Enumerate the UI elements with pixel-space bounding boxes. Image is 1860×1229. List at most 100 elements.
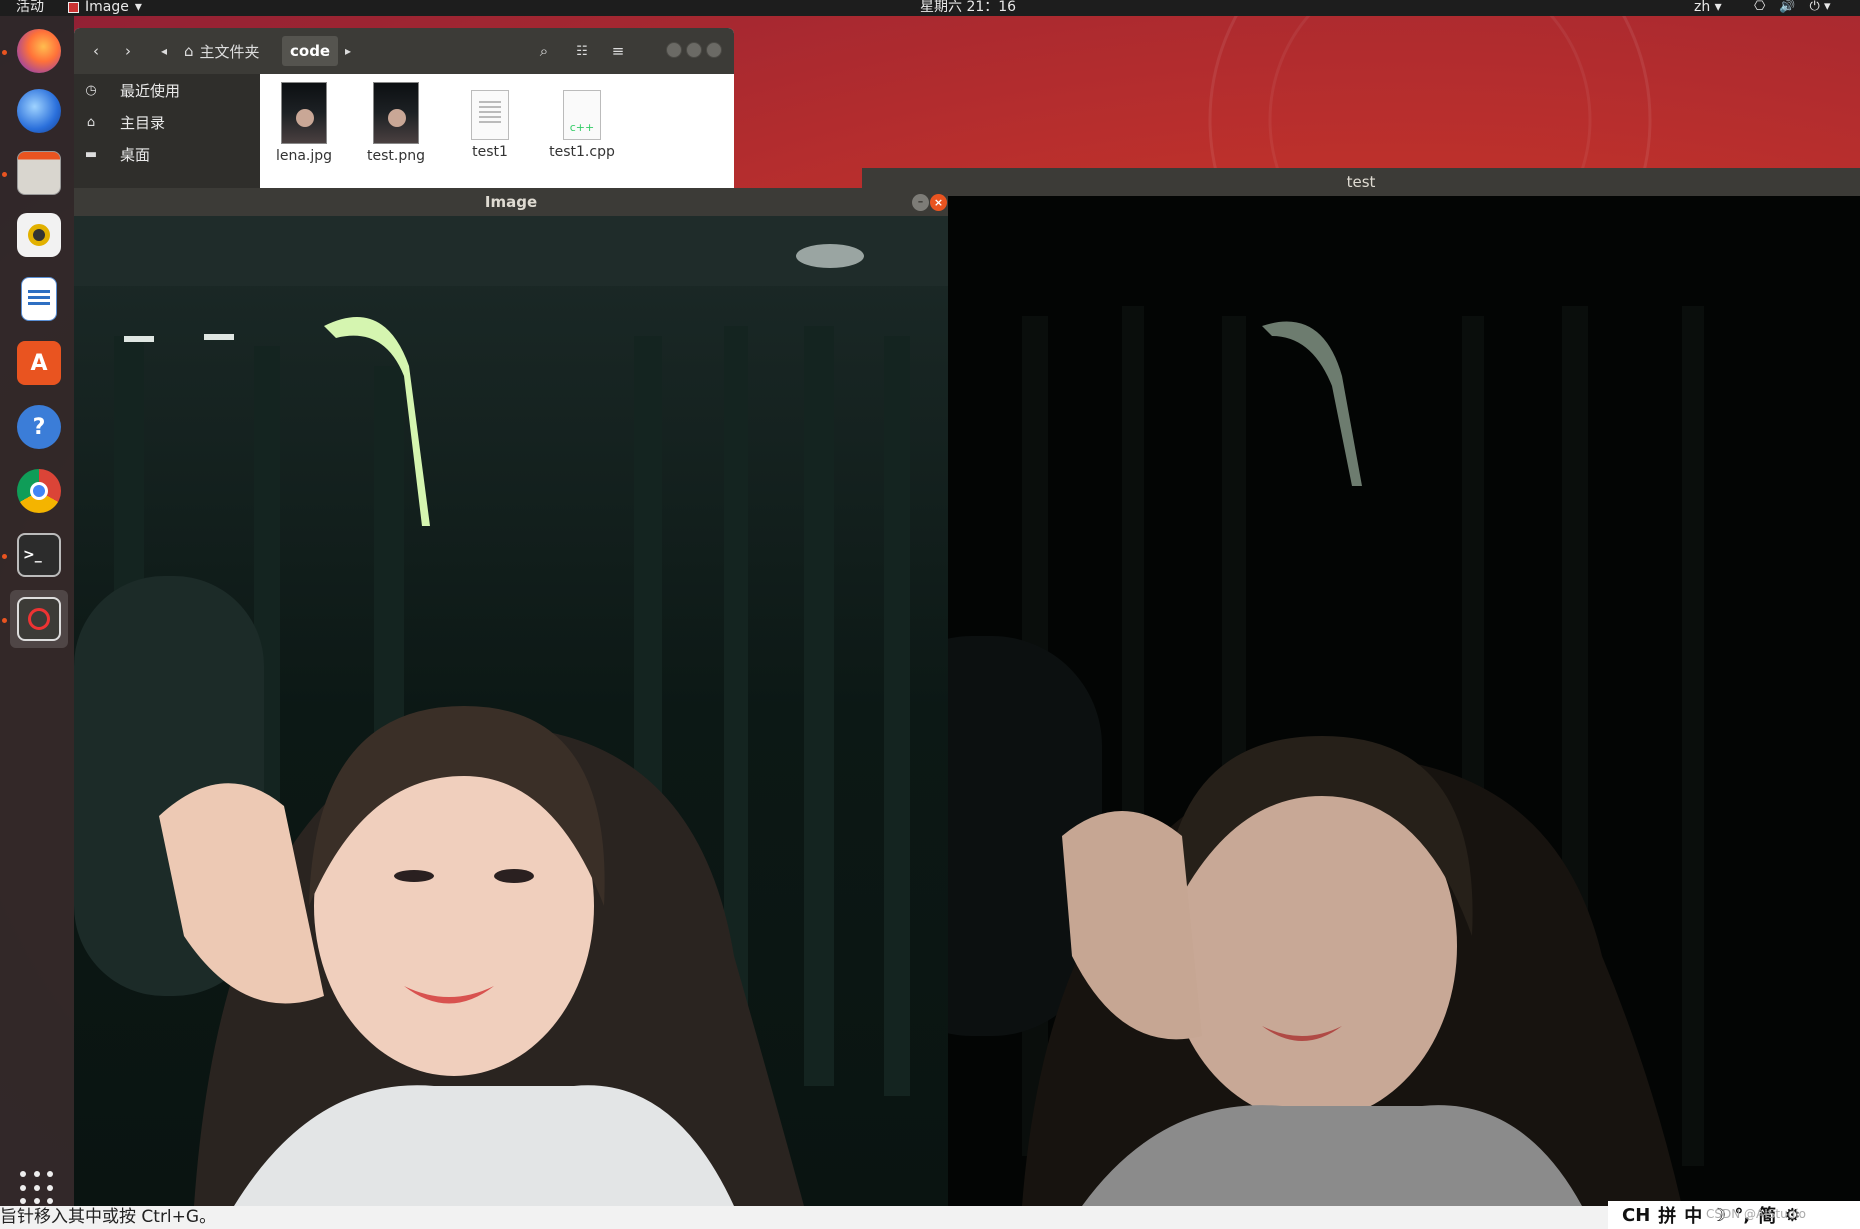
test-window-titlebar[interactable]: test (862, 168, 1860, 196)
close-button[interactable] (706, 42, 722, 58)
sidebar-item-recent[interactable]: ◷ 最近使用 (74, 76, 260, 104)
window-title: test (1346, 173, 1376, 191)
libreoffice-writer-icon (21, 277, 57, 321)
terminal-icon: >_ (17, 533, 61, 577)
activities-button[interactable]: 活动 (16, 0, 44, 14)
software-center-icon: A (17, 341, 61, 385)
minimize-button[interactable] (666, 42, 682, 58)
image-window-titlebar[interactable]: Image – × (74, 188, 948, 216)
dock-help[interactable]: ? (10, 398, 68, 456)
files-icon (17, 151, 61, 195)
chrome-icon (17, 469, 61, 513)
sidebar-item-desktop[interactable]: ▬ 桌面 (74, 140, 260, 168)
file-item-test1-cpp[interactable]: c++ test1.cpp (538, 82, 626, 160)
dock-terminal[interactable]: >_ (10, 526, 68, 584)
minimize-button[interactable]: – (912, 194, 929, 211)
chevron-left-icon: ‹ (93, 42, 99, 60)
breadcrumb-current-label: code (290, 42, 331, 60)
app-icon (68, 1, 79, 13)
watermark: CSDN @AIStudio (1706, 1207, 1806, 1221)
desktop: 活动 Image ▾ 星期六 21：16 zh ▾ ⎔ 🔊 ⏻ ▾ A ? >_… (0, 0, 1860, 1229)
file-label: test.png (367, 148, 425, 164)
system-tray[interactable]: ⎔ 🔊 ⏻ ▾ (1754, 0, 1831, 14)
home-icon: ⌂ (86, 114, 96, 130)
dock-writer[interactable] (10, 270, 68, 328)
dock-thunderbird[interactable] (10, 82, 68, 140)
chevron-right-icon: › (125, 42, 131, 60)
firefox-icon (17, 29, 61, 73)
dock: A ? >_ (0, 16, 74, 1206)
folder-icon: ▬ (84, 146, 98, 162)
forward-button[interactable]: › (114, 36, 142, 66)
chevron-down-icon: ▾ (134, 0, 142, 15)
search-button[interactable]: ⌕ (530, 36, 558, 66)
running-indicator (2, 554, 7, 559)
image-thumbnail (281, 82, 327, 144)
breadcrumb-scroll-right[interactable]: ▸ (340, 36, 356, 66)
app-menu[interactable]: Image ▾ (68, 0, 142, 14)
menu-button[interactable]: ≡ (604, 36, 632, 66)
back-button[interactable]: ‹ (82, 36, 110, 66)
original-photo (74, 216, 948, 1206)
network-icon: ⎔ (1754, 0, 1766, 14)
window-title: Image (484, 193, 538, 211)
volume-icon: 🔊 (1779, 0, 1796, 14)
cpp-file-icon: c++ (563, 90, 601, 140)
file-item-lena-jpg[interactable]: lena.jpg (260, 82, 348, 164)
search-icon: ⌕ (539, 42, 549, 60)
breadcrumb-current[interactable]: code (282, 36, 339, 66)
status-hint: 旨针移入其中或按 Ctrl+G。 (0, 1206, 1860, 1229)
running-indicator (2, 172, 7, 177)
sidebar-item-label: 最近使用 (120, 81, 181, 100)
dock-opencv-image[interactable] (10, 590, 68, 648)
file-label: test1 (472, 144, 508, 160)
input-method-bar[interactable]: CH 拼 中 ☽ °, 简 ⚙ CSDN @AIStudio (1608, 1201, 1860, 1229)
top-bar: 活动 Image ▾ 星期六 21：16 zh ▾ ⎔ 🔊 ⏻ ▾ (0, 0, 1860, 16)
places-sidebar: ◷ 最近使用 ⌂ 主目录 ▬ 桌面 (74, 74, 260, 188)
dock-firefox[interactable] (10, 22, 68, 80)
list-view-icon: ☷ (576, 43, 588, 59)
language-indicator[interactable]: zh ▾ (1694, 0, 1722, 14)
hamburger-menu-icon: ≡ (611, 42, 625, 60)
dock-rhythmbox[interactable] (10, 206, 68, 264)
view-toggle-button[interactable]: ☷ (568, 36, 596, 66)
dock-software-center[interactable]: A (10, 334, 68, 392)
ime-pinyin-label[interactable]: 拼 (1658, 1202, 1676, 1228)
show-applications-icon[interactable] (20, 1171, 56, 1207)
sidebar-item-label: 主目录 (120, 113, 166, 132)
help-icon: ? (17, 405, 61, 449)
running-indicator (2, 618, 7, 623)
opencv-image-icon (17, 597, 61, 641)
dock-files[interactable] (10, 144, 68, 202)
close-button[interactable]: × (930, 194, 947, 211)
clock[interactable]: 星期六 21：16 (920, 0, 1016, 14)
image-window: Image – × (74, 188, 948, 1206)
file-manager-window: ‹ › ◂ ⌂ 主文件夹 code ▸ ⌕ ☷ ≡ ◷ 最近使用 ⌂ 主目录 ▬… (74, 28, 734, 188)
file-manager-headerbar: ‹ › ◂ ⌂ 主文件夹 code ▸ ⌕ ☷ ≡ (74, 28, 734, 74)
running-indicator (2, 50, 7, 55)
darkened-photo (862, 196, 1860, 1206)
rhythmbox-icon (17, 213, 61, 257)
breadcrumb-scroll-left[interactable]: ◂ (156, 36, 172, 66)
thunderbird-icon (17, 89, 61, 133)
file-label: test1.cpp (549, 144, 615, 160)
breadcrumb-home-label: 主文件夹 (199, 42, 260, 61)
breadcrumb-home[interactable]: ⌂ 主文件夹 (176, 36, 268, 66)
image-thumbnail (373, 82, 419, 144)
status-text: 旨针移入其中或按 Ctrl+G。 (0, 1207, 217, 1227)
test-window: test (862, 168, 1860, 1206)
clock-icon: ◷ (85, 82, 97, 98)
file-grid: lena.jpg test.png test1 c++ test1.cpp (260, 74, 734, 188)
sidebar-item-label: 桌面 (120, 145, 151, 164)
sidebar-item-home[interactable]: ⌂ 主目录 (74, 108, 260, 136)
language-label: zh (1694, 0, 1711, 15)
app-menu-label: Image (85, 0, 129, 15)
file-item-test-png[interactable]: test.png (352, 82, 440, 164)
maximize-button[interactable] (686, 42, 702, 58)
document-icon (471, 90, 509, 140)
home-icon: ⌂ (184, 42, 194, 60)
file-item-test1[interactable]: test1 (446, 82, 534, 160)
ime-ch-label[interactable]: CH (1622, 1205, 1650, 1226)
ime-chinese-mode-label[interactable]: 中 (1684, 1202, 1702, 1228)
dock-chrome[interactable] (10, 462, 68, 520)
